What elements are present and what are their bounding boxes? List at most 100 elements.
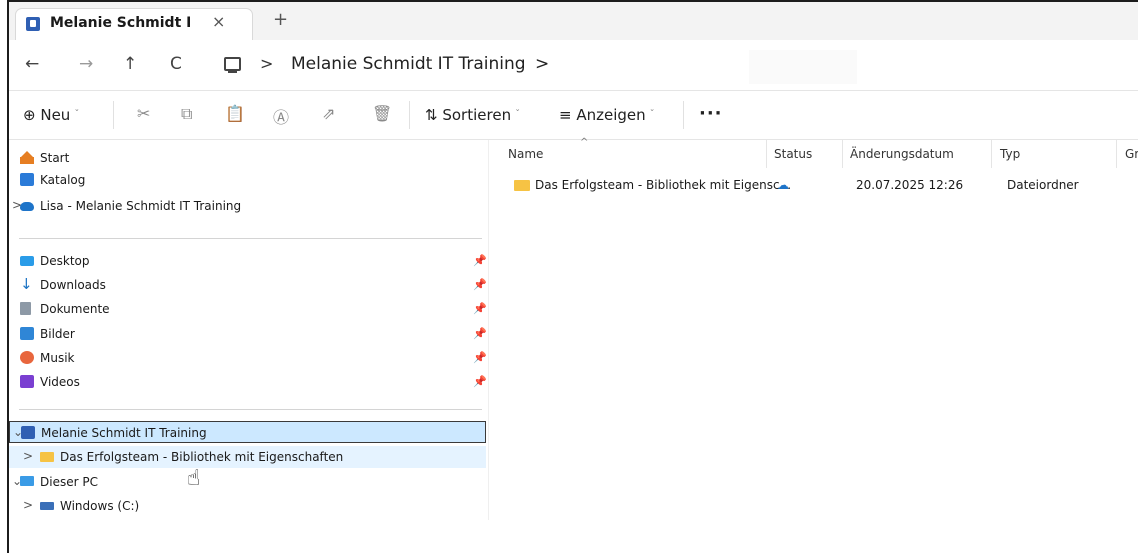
sort-icon: ⇅: [425, 106, 438, 124]
hand-cursor-icon: ☝: [187, 466, 201, 491]
up-button[interactable]: ↑: [123, 54, 137, 74]
sidebar-item-desktop[interactable]: Desktop 📌: [9, 250, 487, 272]
sidebar-item-windows-c[interactable]: > Windows (C:): [9, 495, 487, 517]
sidebar-item-label: Melanie Schmidt IT Training: [41, 426, 207, 440]
videos-icon: [20, 375, 34, 388]
pin-icon[interactable]: 📌: [473, 278, 487, 291]
sidebar-item-label: Bilder: [40, 327, 75, 341]
sort-label: Sortieren: [442, 106, 512, 124]
sidebar-item-videos[interactable]: Videos 📌: [9, 371, 487, 393]
column-header-type[interactable]: Typ: [1000, 147, 1020, 161]
sort-ascending-icon: ^: [580, 137, 589, 148]
sidebar-item-downloads[interactable]: ↓ Downloads 📌: [9, 274, 487, 296]
explorer-window: Melanie Schmidt IT Tra × + ← → ↑ C > Mel…: [7, 0, 1138, 553]
breadcrumb-chevron[interactable]: >: [535, 54, 549, 74]
sidebar-item-label: Katalog: [40, 173, 86, 187]
command-bar: ⊕ Neu ˇ ✂ ⧉ 📋 Ⓐ ⇗ 🗑 ⇅ Sortieren ˇ ≡ Anzeig…: [9, 91, 1138, 140]
home-icon: [20, 151, 34, 164]
column-header-name[interactable]: Name: [508, 147, 543, 161]
pin-icon[interactable]: 📌: [473, 351, 487, 364]
divider: [19, 409, 482, 410]
column-divider[interactable]: [842, 140, 843, 168]
column-header-status[interactable]: Status: [774, 147, 812, 161]
row-modified: 20.07.2025 12:26: [856, 178, 964, 192]
sidebar-item-start[interactable]: Start: [9, 147, 487, 169]
library-icon: [26, 17, 40, 31]
sidebar-item-onedrive[interactable]: > Lisa - Melanie Schmidt IT Training: [9, 195, 487, 217]
library-icon: [21, 426, 35, 439]
sidebar-item-bilder[interactable]: Bilder 📌: [9, 323, 487, 345]
divider: [409, 101, 410, 129]
sidebar-item-label: Das Erfolgsteam - Bibliothek mit Eigensc…: [60, 450, 344, 464]
rename-icon[interactable]: Ⓐ: [273, 104, 289, 128]
music-icon: [20, 351, 34, 364]
tab-active[interactable]: Melanie Schmidt IT Tra ×: [15, 8, 253, 40]
sidebar-item-erfolgsteam[interactable]: > Das Erfolgsteam - Bibliothek mit Eigen…: [9, 446, 486, 468]
sidebar-item-label: Videos: [40, 375, 80, 389]
sidebar-item-label: Start: [40, 151, 70, 165]
column-divider[interactable]: [766, 140, 767, 168]
forward-button[interactable]: →: [79, 54, 93, 74]
cloud-status-icon: ☁: [777, 178, 789, 192]
sidebar-item-musik[interactable]: Musik 📌: [9, 347, 487, 369]
sidebar-item-label: Desktop: [40, 254, 90, 268]
new-label: Neu: [40, 106, 71, 124]
column-header-modified[interactable]: Änderungsdatum: [850, 147, 954, 161]
folder-icon: [40, 452, 54, 462]
pin-icon[interactable]: 📌: [473, 327, 487, 340]
search-box[interactable]: [749, 50, 857, 84]
back-button[interactable]: ←: [25, 54, 39, 74]
row-name: Das Erfolgsteam - Bibliothek mit Eigensc…: [535, 178, 792, 192]
sort-button[interactable]: ⇅ Sortieren ˇ: [425, 106, 520, 124]
pin-icon[interactable]: 📌: [473, 375, 487, 388]
row-type: Dateiordner: [1007, 178, 1079, 192]
sidebar-item-dieser-pc[interactable]: ⌄ Dieser PC: [9, 471, 487, 493]
pictures-icon: [20, 327, 34, 340]
tab-title: Melanie Schmidt IT Tra: [50, 15, 190, 31]
view-button[interactable]: ≡ Anzeigen ˇ: [559, 106, 655, 124]
paste-icon[interactable]: 📋: [225, 104, 245, 123]
plus-circle-icon: ⊕: [23, 106, 36, 124]
desktop-icon: [20, 256, 34, 266]
delete-icon[interactable]: 🗑: [372, 104, 392, 123]
sidebar-item-label: Dokumente: [40, 302, 110, 316]
sidebar-item-label: Downloads: [40, 278, 106, 292]
column-divider[interactable]: [991, 140, 992, 168]
sidebar-item-label: Musik: [40, 351, 75, 365]
breadcrumb-item[interactable]: Melanie Schmidt IT Training: [291, 54, 526, 74]
table-row[interactable]: Das Erfolgsteam - Bibliothek mit Eigensc…: [489, 174, 1138, 196]
chevron-right-icon[interactable]: >: [23, 498, 33, 512]
gallery-icon: [20, 173, 34, 186]
chevron-down-icon: ˇ: [515, 109, 521, 120]
sidebar-item-katalog[interactable]: Katalog: [9, 169, 487, 191]
divider: [113, 101, 114, 129]
share-icon[interactable]: ⇗: [322, 104, 335, 123]
chevron-down-icon: ˇ: [74, 109, 80, 120]
pin-icon[interactable]: 📌: [473, 302, 487, 315]
new-tab-button[interactable]: +: [273, 11, 288, 29]
cut-icon[interactable]: ✂: [137, 104, 150, 123]
tab-bar: Melanie Schmidt IT Tra × +: [9, 2, 1138, 41]
breadcrumb-separator[interactable]: >: [260, 54, 273, 73]
sidebar-item-label: Windows (C:): [60, 499, 140, 513]
drive-icon: [40, 502, 54, 510]
refresh-button[interactable]: C: [170, 54, 182, 74]
sidebar-item-label: Dieser PC: [40, 475, 98, 489]
pc-icon: [20, 476, 34, 486]
onedrive-cloud-icon: [20, 202, 34, 211]
new-button[interactable]: ⊕ Neu ˇ: [23, 106, 79, 124]
sidebar-item-dokumente[interactable]: Dokumente 📌: [9, 298, 487, 320]
more-options-button[interactable]: ···: [699, 103, 723, 124]
close-icon[interactable]: ×: [212, 12, 225, 31]
sidebar-item-label: Lisa - Melanie Schmidt IT Training: [40, 199, 242, 213]
download-icon: ↓: [20, 275, 33, 293]
chevron-right-icon[interactable]: >: [23, 449, 33, 463]
column-divider[interactable]: [1116, 140, 1117, 168]
column-header-size[interactable]: Gr: [1125, 147, 1138, 161]
divider: [683, 101, 684, 129]
pin-icon[interactable]: 📌: [473, 254, 487, 267]
sidebar-item-library-selected[interactable]: ⌄ Melanie Schmidt IT Training: [9, 421, 486, 443]
computer-icon[interactable]: [224, 57, 241, 73]
copy-icon[interactable]: ⧉: [181, 104, 192, 124]
address-bar: ← → ↑ C > Melanie Schmidt IT Training >: [9, 40, 1138, 91]
